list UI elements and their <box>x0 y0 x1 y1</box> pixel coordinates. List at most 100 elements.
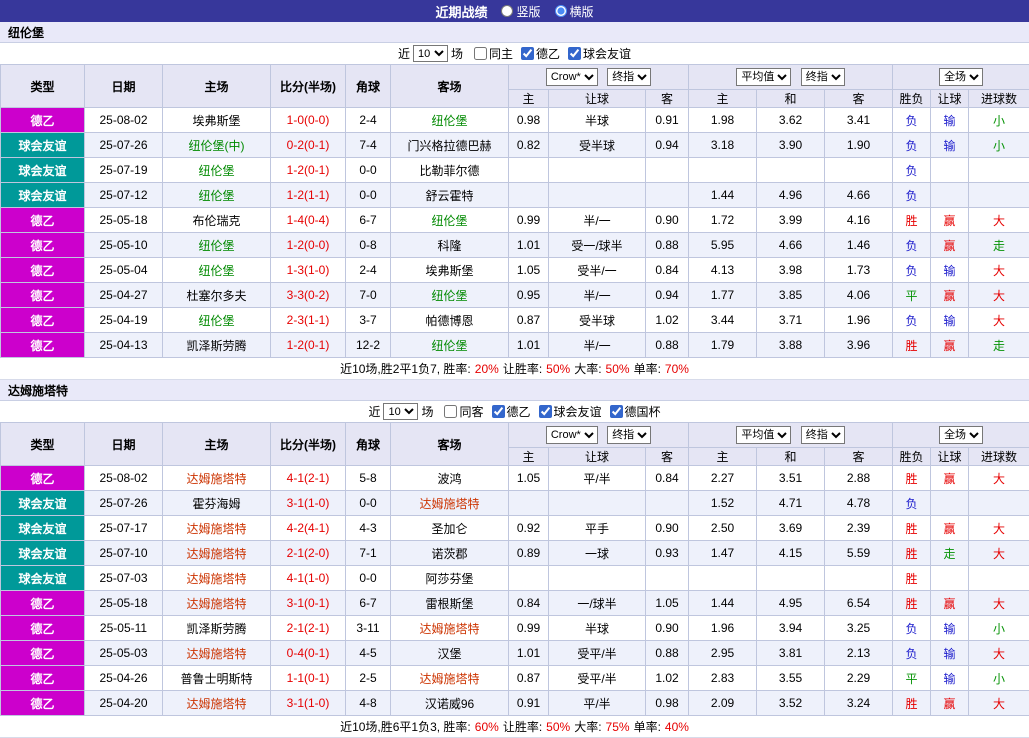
corner-count: 6-7 <box>346 591 391 616</box>
odds-source-select[interactable]: Crow* <box>546 68 598 86</box>
summary-segment: 50% <box>546 362 570 376</box>
home-team: 达姆施塔特 <box>163 691 271 716</box>
home-team: 达姆施塔特 <box>163 641 271 666</box>
checkbox-input[interactable] <box>610 405 623 418</box>
result-handicap <box>931 491 969 516</box>
checkbox-input[interactable] <box>474 47 487 60</box>
filter-checkbox-同客[interactable]: 同客 <box>438 403 483 420</box>
result-handicap: 赢 <box>931 466 969 491</box>
score-halftime: 1-2(1-1) <box>271 183 346 208</box>
checkbox-input[interactable] <box>539 405 552 418</box>
avg-final-select[interactable]: 终指 <box>801 426 845 444</box>
avg-away: 3.96 <box>825 333 893 358</box>
match-type-badge: 球会友谊 <box>1 183 85 208</box>
avg-draw: 3.99 <box>757 208 825 233</box>
avg-draw: 3.88 <box>757 333 825 358</box>
average-odds-group: 平均值 终指 <box>689 65 893 90</box>
result-outcome: 负 <box>893 158 931 183</box>
avg-final-select[interactable]: 终指 <box>801 68 845 86</box>
match-row: 德乙25-04-13凯泽斯劳腾1-2(0-1)12-2纽伦堡1.01半/一0.8… <box>1 333 1029 358</box>
odds-source-select[interactable]: Crow* <box>546 426 598 444</box>
match-row: 球会友谊25-07-03达姆施塔特4-1(1-0)0-0阿莎芬堡胜 <box>1 566 1029 591</box>
layout-radio-horizontal[interactable]: 横版 <box>555 3 594 20</box>
score-halftime: 2-1(2-0) <box>271 541 346 566</box>
match-type-badge: 德乙 <box>1 616 85 641</box>
odds-away: 0.90 <box>646 208 689 233</box>
recent-count-select[interactable]: 10 <box>413 45 448 62</box>
away-team: 纽伦堡 <box>391 333 509 358</box>
avg-draw: 3.62 <box>757 108 825 133</box>
result-goals: 小 <box>969 133 1029 158</box>
corner-count: 2-4 <box>346 108 391 133</box>
odds-final-select[interactable]: 终指 <box>607 68 651 86</box>
away-team: 达姆施塔特 <box>391 491 509 516</box>
match-type-badge: 德乙 <box>1 208 85 233</box>
summary-segment: 70% <box>665 362 689 376</box>
filter-checkbox-同主[interactable]: 同主 <box>468 45 513 62</box>
filter-checkbox-group: 同客德乙球会友谊德国杯 <box>436 403 660 421</box>
odds-final-select[interactable]: 终指 <box>607 426 651 444</box>
avg-away: 2.29 <box>825 666 893 691</box>
score-halftime: 4-1(1-0) <box>271 566 346 591</box>
avg-source-select[interactable]: 平均值 <box>736 68 791 86</box>
corner-count: 3-7 <box>346 308 391 333</box>
average-odds-group: 平均值 终指 <box>689 423 893 448</box>
result-goals <box>969 183 1029 208</box>
match-date: 25-07-17 <box>85 516 163 541</box>
checkbox-input[interactable] <box>568 47 581 60</box>
filter-checkbox-球会友谊[interactable]: 球会友谊 <box>533 403 602 420</box>
corner-count: 7-1 <box>346 541 391 566</box>
avg-away: 2.13 <box>825 641 893 666</box>
team-name: 达姆施塔特 <box>0 380 1029 401</box>
home-team: 布伦瑞克 <box>163 208 271 233</box>
result-handicap: 赢 <box>931 691 969 716</box>
summary-segment: 20% <box>475 362 499 376</box>
odds-handicap: 平/半 <box>549 691 646 716</box>
result-goals: 小 <box>969 108 1029 133</box>
fullmatch-select[interactable]: 全场 <box>939 426 983 444</box>
col-result-outcome: 胜负 <box>893 448 931 466</box>
match-date: 25-05-18 <box>85 591 163 616</box>
games-label: 场 <box>451 45 463 62</box>
filter-checkbox-球会友谊[interactable]: 球会友谊 <box>562 45 631 62</box>
avg-source-select[interactable]: 平均值 <box>736 426 791 444</box>
odds-handicap <box>549 491 646 516</box>
filter-checkbox-德乙[interactable]: 德乙 <box>515 45 560 62</box>
layout-radio-vertical[interactable]: 竖版 <box>501 3 540 20</box>
home-team: 达姆施塔特 <box>163 566 271 591</box>
odds-away: 0.88 <box>646 333 689 358</box>
away-team: 达姆施塔特 <box>391 616 509 641</box>
avg-away: 2.88 <box>825 466 893 491</box>
horizontal-radio-input[interactable] <box>555 5 567 17</box>
away-team: 达姆施塔特 <box>391 666 509 691</box>
result-outcome: 负 <box>893 258 931 283</box>
summary-segment: 50% <box>606 362 630 376</box>
fullmatch-select[interactable]: 全场 <box>939 68 983 86</box>
home-team: 凯泽斯劳腾 <box>163 333 271 358</box>
avg-home: 2.95 <box>689 641 757 666</box>
avg-away: 4.06 <box>825 283 893 308</box>
match-type-badge: 球会友谊 <box>1 516 85 541</box>
match-type-badge: 德乙 <box>1 591 85 616</box>
vertical-radio-input[interactable] <box>501 5 513 17</box>
col-away: 客场 <box>391 65 509 108</box>
checkbox-input[interactable] <box>492 405 505 418</box>
result-goals: 大 <box>969 591 1029 616</box>
match-row: 德乙25-05-10纽伦堡1-2(0-0)0-8科隆1.01受一/球半0.885… <box>1 233 1029 258</box>
away-team: 纽伦堡 <box>391 108 509 133</box>
filter-checkbox-德国杯[interactable]: 德国杯 <box>604 403 661 420</box>
recent-count-select[interactable]: 10 <box>383 403 418 420</box>
col-result-goals: 进球数 <box>969 90 1029 108</box>
home-team: 普鲁士明斯特 <box>163 666 271 691</box>
filter-checkbox-德乙[interactable]: 德乙 <box>486 403 531 420</box>
home-team: 纽伦堡 <box>163 308 271 333</box>
col-avg-home: 主 <box>689 90 757 108</box>
result-goals <box>969 158 1029 183</box>
checkbox-input[interactable] <box>521 47 534 60</box>
result-goals <box>969 491 1029 516</box>
col-result-handicap: 让球 <box>931 448 969 466</box>
games-label: 场 <box>421 403 433 420</box>
away-team: 诺茨郡 <box>391 541 509 566</box>
checkbox-input[interactable] <box>444 405 457 418</box>
match-row: 德乙25-04-19纽伦堡2-3(1-1)3-7帕德博恩0.87受半球1.023… <box>1 308 1029 333</box>
